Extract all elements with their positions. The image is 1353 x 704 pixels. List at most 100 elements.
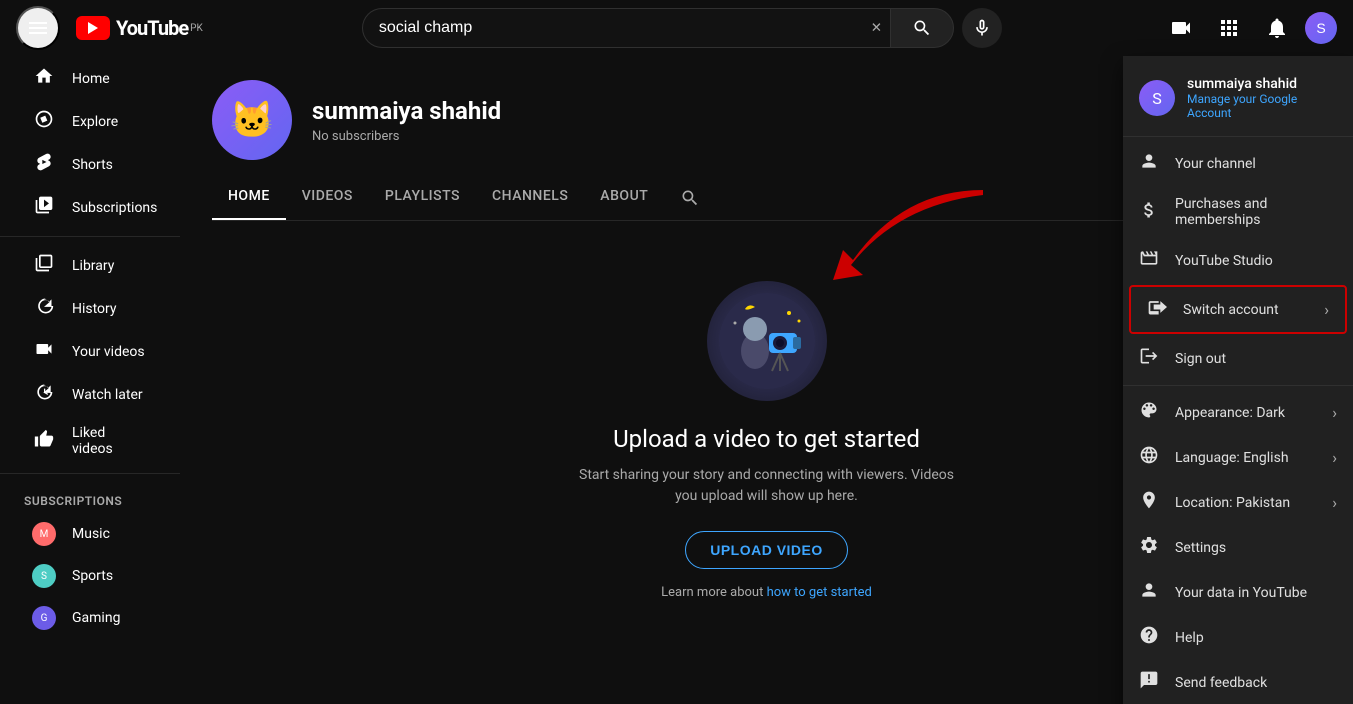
header-center: ✕ — [362, 8, 1002, 48]
sidebar-item-gaming[interactable]: G Gaming — [8, 598, 172, 638]
account-dropdown: S summaiya shahid Manage your Google Acc… — [1123, 56, 1353, 704]
sidebar-item-subscriptions[interactable]: Subscriptions — [8, 187, 172, 228]
tab-videos[interactable]: VIDEOS — [286, 176, 369, 220]
youtube-logo[interactable]: YouTubePK — [76, 16, 203, 40]
purchases-icon — [1139, 200, 1159, 225]
dropdown-sign-out[interactable]: Sign out — [1123, 336, 1353, 381]
upload-illustration — [707, 281, 827, 401]
sidebar-item-music[interactable]: M Music — [8, 514, 172, 554]
your-data-icon — [1139, 580, 1159, 605]
dropdown-item-label: Help — [1175, 630, 1204, 646]
location-chevron: › — [1332, 493, 1337, 512]
dropdown-studio[interactable]: YouTube Studio — [1123, 238, 1353, 283]
tab-playlists[interactable]: PLAYLISTS — [369, 176, 476, 220]
language-chevron: › — [1332, 448, 1337, 467]
notifications-button[interactable] — [1257, 8, 1297, 48]
channel-name: summaiya shahid — [312, 97, 1114, 125]
dropdown-divider-2 — [1123, 385, 1353, 386]
apps-button[interactable] — [1209, 8, 1249, 48]
subscriptions-icon — [32, 195, 56, 220]
channel-subscribers: No subscribers — [312, 129, 1114, 144]
sports-avatar: S — [32, 564, 56, 588]
dropdown-purchases[interactable]: Purchases and memberships — [1123, 186, 1353, 238]
manage-google-account-link[interactable]: Manage your Google Account — [1187, 92, 1337, 120]
upload-video-button[interactable]: UPLOAD VIDEO — [685, 531, 848, 569]
sidebar-item-home[interactable]: Home — [8, 58, 172, 99]
sidebar-item-label: History — [72, 301, 117, 317]
sidebar-item-label: Music — [72, 526, 110, 542]
dropdown-item-label: Language: English — [1175, 450, 1289, 466]
mic-button[interactable] — [962, 8, 1002, 48]
sidebar-item-label: Gaming — [72, 610, 120, 626]
dropdown-your-data[interactable]: Your data in YouTube — [1123, 570, 1353, 615]
dropdown-avatar: S — [1139, 80, 1175, 116]
search-clear-button[interactable]: ✕ — [863, 8, 890, 48]
shorts-icon — [32, 152, 56, 177]
channel-meta: summaiya shahid No subscribers — [312, 97, 1114, 144]
tab-home[interactable]: HOME — [212, 176, 286, 220]
search-button[interactable] — [890, 8, 954, 48]
upload-subtitle: Start sharing your story and connecting … — [567, 465, 967, 507]
search-bar: ✕ — [362, 8, 954, 48]
channel-avatar: 🐱 — [212, 80, 292, 160]
sidebar: Home Explore Shorts Subscriptions Librar… — [0, 56, 180, 648]
dropdown-switch-account[interactable]: Switch account › — [1129, 285, 1347, 334]
switch-account-icon — [1147, 297, 1167, 322]
dropdown-location[interactable]: Location: Pakistan › — [1123, 480, 1353, 525]
your-videos-icon — [32, 339, 56, 364]
sidebar-item-liked-videos[interactable]: Liked videos — [8, 417, 172, 465]
your-channel-icon — [1139, 151, 1159, 176]
dropdown-language[interactable]: Language: English › — [1123, 435, 1353, 480]
dropdown-item-label: Settings — [1175, 540, 1226, 556]
sidebar-item-news[interactable]: N News — [8, 640, 172, 648]
dropdown-item-label: Your data in YouTube — [1175, 585, 1307, 601]
sidebar-item-label: Library — [72, 258, 114, 274]
dropdown-appearance[interactable]: Appearance: Dark › — [1123, 390, 1353, 435]
create-button[interactable] — [1161, 8, 1201, 48]
explore-icon — [32, 109, 56, 134]
sidebar-item-history[interactable]: History — [8, 288, 172, 329]
dropdown-your-channel[interactable]: Your channel — [1123, 141, 1353, 186]
dropdown-item-label: Switch account — [1183, 302, 1279, 318]
yt-logo-text: YouTube — [116, 16, 188, 40]
settings-icon — [1139, 535, 1159, 560]
sidebar-item-label: Your videos — [72, 344, 145, 360]
sidebar-item-explore[interactable]: Explore — [8, 101, 172, 142]
yt-logo-icon — [76, 16, 110, 40]
upload-title: Upload a video to get started — [613, 425, 920, 453]
dropdown-item-label: Location: Pakistan — [1175, 495, 1290, 511]
account-avatar-button[interactable]: S — [1305, 12, 1337, 44]
upload-learn-text: Learn more about — [661, 585, 766, 600]
sidebar-item-label: Sports — [72, 568, 113, 584]
dropdown-user-info: summaiya shahid Manage your Google Accou… — [1187, 76, 1337, 120]
language-icon — [1139, 445, 1159, 470]
sidebar-item-library[interactable]: Library — [8, 245, 172, 286]
sidebar-item-your-videos[interactable]: Your videos — [8, 331, 172, 372]
tab-channels[interactable]: CHANNELS — [476, 176, 584, 220]
dropdown-item-label: YouTube Studio — [1175, 253, 1273, 269]
dropdown-settings[interactable]: Settings — [1123, 525, 1353, 570]
tab-search-button[interactable] — [664, 176, 716, 220]
subscriptions-section-label: SUBSCRIPTIONS — [0, 482, 180, 512]
sidebar-item-label: Shorts — [72, 157, 113, 173]
location-icon — [1139, 490, 1159, 515]
header-left: YouTubePK — [16, 6, 203, 50]
switch-account-chevron: › — [1324, 300, 1329, 319]
upload-learn-link[interactable]: how to get started — [767, 585, 872, 600]
history-icon — [32, 296, 56, 321]
search-input[interactable] — [362, 8, 863, 48]
dropdown-item-label: Your channel — [1175, 156, 1256, 172]
sidebar-divider — [0, 236, 180, 237]
sidebar-item-sports[interactable]: S Sports — [8, 556, 172, 596]
dropdown-item-label: Sign out — [1175, 351, 1226, 367]
menu-button[interactable] — [16, 6, 60, 50]
yt-logo-pk: PK — [190, 23, 203, 34]
tab-about[interactable]: ABOUT — [584, 176, 664, 220]
sidebar-item-label: Explore — [72, 114, 118, 130]
sidebar-divider-2 — [0, 473, 180, 474]
help-icon — [1139, 625, 1159, 650]
sidebar-item-shorts[interactable]: Shorts — [8, 144, 172, 185]
sidebar-item-watch-later[interactable]: Watch later — [8, 374, 172, 415]
dropdown-header: S summaiya shahid Manage your Google Acc… — [1123, 64, 1353, 132]
dropdown-user-name: summaiya shahid — [1187, 76, 1337, 92]
